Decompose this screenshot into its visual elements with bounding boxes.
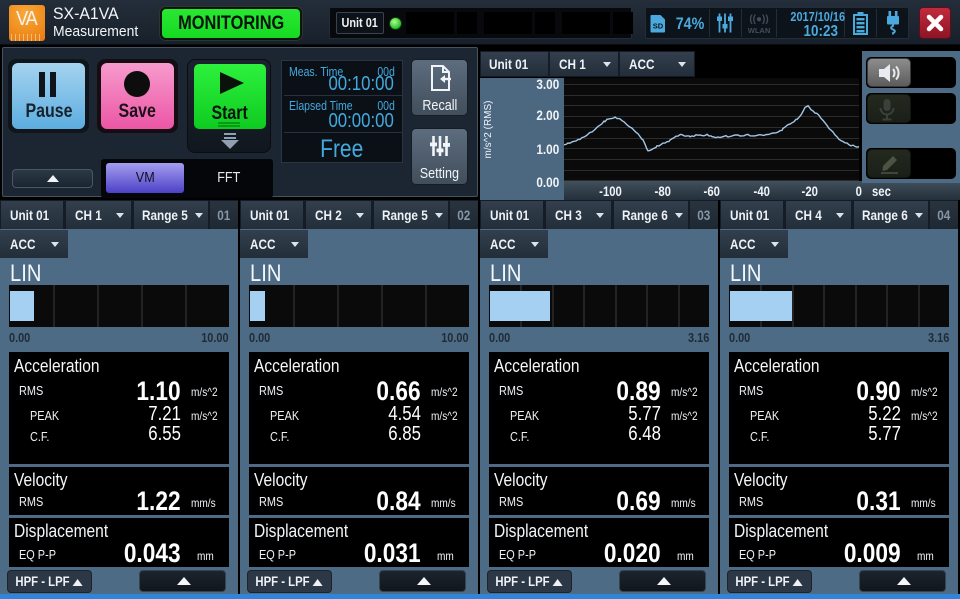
svg-text:SD: SD xyxy=(653,22,664,31)
